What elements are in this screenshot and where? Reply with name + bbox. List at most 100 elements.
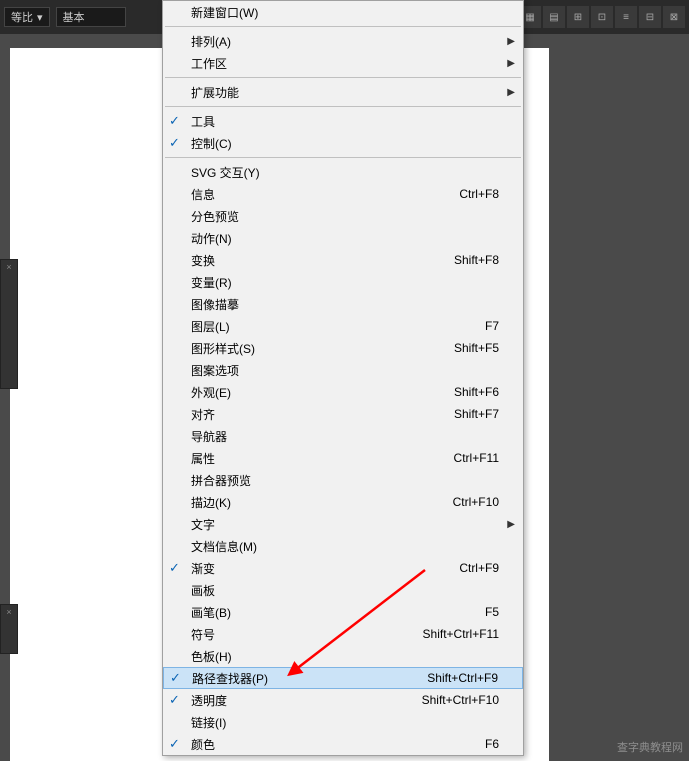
menu-item-shortcut: Ctrl+F8 [459, 187, 499, 201]
menu-item-label: 描边(K) [191, 494, 453, 511]
menu-item-21[interactable]: 对齐Shift+F7 [163, 403, 523, 425]
menu-item-shortcut: F6 [485, 737, 499, 751]
menu-item-8[interactable]: ✓ 控制(C) [163, 132, 523, 154]
menu-item-32[interactable]: 色板(H) [163, 645, 523, 667]
menu-item-label: 信息 [191, 186, 459, 203]
window-menu: 新建窗口(W)排列(A)▶工作区▶扩展功能▶✓工具✓控制(C)SVG 交互(Y)… [162, 0, 524, 756]
align-icon-4[interactable]: ≡ [615, 6, 637, 28]
menu-item-22[interactable]: 导航器 [163, 425, 523, 447]
menu-item-label: 外观(E) [191, 384, 454, 401]
menu-item-shortcut: Shift+F7 [454, 407, 499, 421]
menu-separator [165, 77, 521, 78]
close-icon[interactable]: × [1, 260, 17, 274]
menu-item-17[interactable]: 图层(L)F7 [163, 315, 523, 337]
menu-item-13[interactable]: 动作(N) [163, 227, 523, 249]
menu-item-label: 拼合器预览 [191, 472, 499, 489]
menu-item-label: 扩展功能 [191, 84, 499, 101]
menu-item-31[interactable]: 符号Shift+Ctrl+F11 [163, 623, 523, 645]
menu-item-0[interactable]: 新建窗口(W) [163, 1, 523, 23]
menu-item-label: 排列(A) [191, 33, 499, 50]
menu-item-label: 变换 [191, 252, 454, 269]
panel-stub-2[interactable]: × [0, 604, 18, 654]
menu-item-15[interactable]: 变量(R) [163, 271, 523, 293]
menu-item-label: 变量(R) [191, 274, 499, 291]
align-icon-5[interactable]: ⊟ [639, 6, 661, 28]
menu-item-label: 符号 [191, 626, 423, 643]
menu-item-28[interactable]: ✓ 渐变Ctrl+F9 [163, 557, 523, 579]
menu-item-label: 工作区 [191, 55, 499, 72]
menu-item-shortcut: Ctrl+F10 [453, 495, 499, 509]
menu-item-label: 文字 [191, 516, 499, 533]
align-icon-3[interactable]: ⊡ [591, 6, 613, 28]
ratio-label: 等比 [11, 9, 33, 25]
menu-item-16[interactable]: 图像描摹 [163, 293, 523, 315]
menu-item-label: 链接(I) [191, 714, 499, 731]
menu-item-label: 文档信息(M) [191, 538, 499, 555]
menu-item-34[interactable]: ✓透明度Shift+Ctrl+F10 [163, 689, 523, 711]
menu-separator [165, 26, 521, 27]
menu-item-36[interactable]: ✓颜色F6 [163, 733, 523, 755]
basic-label: 基本 [63, 9, 85, 25]
menu-item-10[interactable]: SVG 交互(Y) [163, 161, 523, 183]
check-icon: ✓ [169, 135, 180, 151]
menu-item-label: 色板(H) [191, 648, 499, 665]
menu-item-19[interactable]: 图案选项 [163, 359, 523, 381]
menu-item-shortcut: Shift+Ctrl+F9 [427, 671, 498, 685]
menu-item-14[interactable]: 变换Shift+F8 [163, 249, 523, 271]
menu-item-3[interactable]: 工作区▶ [163, 52, 523, 74]
menu-item-29[interactable]: 画板 [163, 579, 523, 601]
check-icon: ✓ [170, 670, 181, 686]
menu-item-label: 新建窗口(W) [191, 4, 499, 21]
menu-item-label: 分色预览 [191, 208, 499, 225]
menu-item-11[interactable]: 信息Ctrl+F8 [163, 183, 523, 205]
menu-item-27[interactable]: 文档信息(M) [163, 535, 523, 557]
menu-item-label: 图案选项 [191, 362, 499, 379]
menu-item-12[interactable]: 分色预览 [163, 205, 523, 227]
menu-item-shortcut: Ctrl+F11 [454, 451, 499, 465]
menu-item-shortcut: Shift+F8 [454, 253, 499, 267]
menu-item-shortcut: Ctrl+F9 [459, 561, 499, 575]
menu-item-label: 图层(L) [191, 318, 485, 335]
align-icon-2[interactable]: ⊞ [567, 6, 589, 28]
menu-item-2[interactable]: 排列(A)▶ [163, 30, 523, 52]
menu-item-30[interactable]: 画笔(B)F5 [163, 601, 523, 623]
chevron-down-icon: ▾ [37, 11, 43, 24]
menu-item-label: 导航器 [191, 428, 499, 445]
menu-item-label: 路径查找器(P) [192, 670, 427, 687]
watermark: 查字典教程网 [617, 739, 683, 755]
menu-item-25[interactable]: 描边(K)Ctrl+F10 [163, 491, 523, 513]
menu-item-5[interactable]: 扩展功能 ▶ [163, 81, 523, 103]
menu-item-23[interactable]: 属性Ctrl+F11 [163, 447, 523, 469]
toolbar-right-icons: ▦▤⊞⊡≡⊟⊠ [519, 6, 685, 28]
menu-item-35[interactable]: 链接(I) [163, 711, 523, 733]
align-icon-1[interactable]: ▤ [543, 6, 565, 28]
menu-item-33[interactable]: ✓ 路径查找器(P)Shift+Ctrl+F9 [163, 667, 523, 689]
menu-item-label: 工具 [191, 113, 499, 130]
menu-separator [165, 157, 521, 158]
menu-item-7[interactable]: ✓ 工具 [163, 110, 523, 132]
submenu-arrow-icon: ▶ [507, 87, 515, 98]
panel-stub-1[interactable]: × [0, 259, 18, 389]
check-icon: ✓ [169, 113, 180, 129]
menu-item-26[interactable]: 文字 ▶ [163, 513, 523, 535]
submenu-arrow-icon: ▶ [507, 519, 515, 530]
menu-item-20[interactable]: 外观(E)Shift+F6 [163, 381, 523, 403]
menu-item-label: 渐变 [191, 560, 459, 577]
check-icon: ✓ [169, 560, 180, 576]
menu-item-label: 颜色 [191, 736, 485, 753]
menu-separator [165, 106, 521, 107]
menu-item-shortcut: Shift+F5 [454, 341, 499, 355]
menu-item-18[interactable]: 图形样式(S)Shift+F5 [163, 337, 523, 359]
menu-item-label: 画笔(B) [191, 604, 485, 621]
menu-item-shortcut: F7 [485, 319, 499, 333]
close-icon[interactable]: × [1, 605, 17, 619]
menu-item-label: 属性 [191, 450, 454, 467]
menu-item-shortcut: F5 [485, 605, 499, 619]
align-icon-6[interactable]: ⊠ [663, 6, 685, 28]
menu-item-label: 控制(C) [191, 135, 499, 152]
menu-item-label: SVG 交互(Y) [191, 164, 499, 181]
menu-item-24[interactable]: 拼合器预览 [163, 469, 523, 491]
menu-item-label: 图像描摹 [191, 296, 499, 313]
ratio-dropdown[interactable]: 等比 ▾ [4, 7, 50, 27]
basic-dropdown[interactable]: 基本 [56, 7, 126, 27]
